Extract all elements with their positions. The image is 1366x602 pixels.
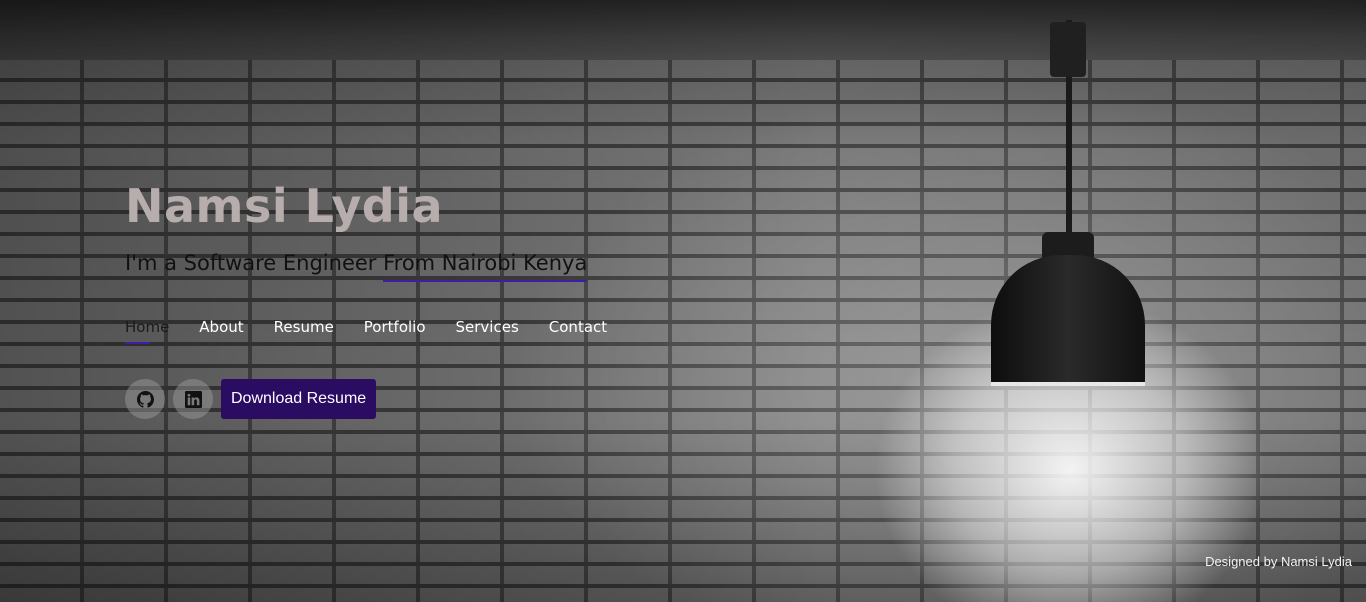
nav-item-contact[interactable]: Contact bbox=[549, 315, 607, 339]
nav-item-services[interactable]: Services bbox=[456, 315, 519, 339]
github-link[interactable] bbox=[125, 379, 165, 419]
lamp-rim bbox=[991, 382, 1145, 386]
github-icon bbox=[136, 390, 154, 408]
background-lighting bbox=[0, 0, 1366, 602]
tagline-highlight: From Nairobi Kenya bbox=[383, 248, 588, 282]
download-resume-button[interactable]: Download Resume bbox=[221, 379, 377, 419]
hero-section: Namsi Lydia I'm a Software Engineer From… bbox=[125, 178, 588, 282]
linkedin-icon bbox=[184, 390, 202, 408]
hero-tagline: I'm a Software Engineer From Nairobi Ken… bbox=[125, 248, 588, 282]
main-nav: Home About Resume Portfolio Services Con… bbox=[125, 315, 637, 344]
tagline-prefix: I'm a Software Engineer bbox=[125, 251, 384, 275]
linkedin-link[interactable] bbox=[173, 379, 213, 419]
hero-actions: Download Resume bbox=[125, 379, 377, 419]
designer-credit: Designed by Namsi Lydia bbox=[1205, 554, 1352, 569]
nav-item-home[interactable]: Home bbox=[125, 315, 169, 344]
nav-item-about[interactable]: About bbox=[199, 315, 243, 339]
nav-item-resume[interactable]: Resume bbox=[274, 315, 334, 339]
pendant-lamp-image bbox=[991, 255, 1145, 385]
nav-item-portfolio[interactable]: Portfolio bbox=[364, 315, 426, 339]
lamp-cap bbox=[1050, 22, 1086, 77]
hero-name: Namsi Lydia bbox=[125, 179, 444, 233]
